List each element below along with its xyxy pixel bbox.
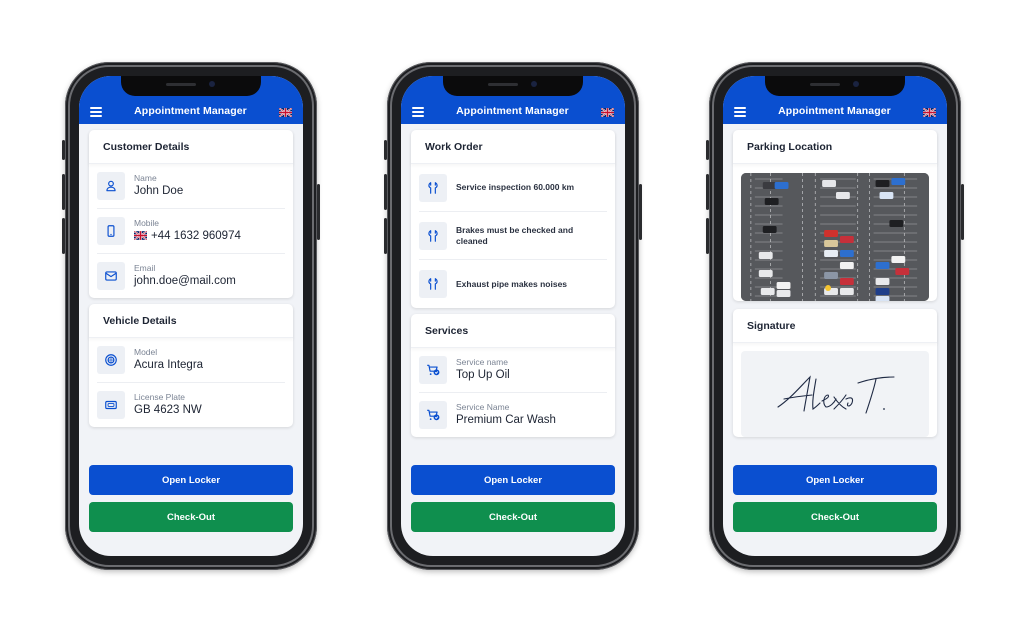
open-locker-button[interactable]: Open Locker <box>733 465 937 495</box>
work-order-text: Service inspection 60.000 km <box>456 182 575 192</box>
field-value: John Doe <box>134 185 184 197</box>
screen: Appointment Manager Work Order Service i… <box>401 76 625 556</box>
card-title: Work Order <box>411 130 615 164</box>
hamburger-menu-icon[interactable] <box>90 107 102 117</box>
field-value: Top Up Oil <box>456 369 510 381</box>
user-icon <box>97 172 125 200</box>
hamburger-menu-icon[interactable] <box>412 107 424 117</box>
vehicle-details-card: Vehicle Details Model Acura Integra Lice… <box>89 304 293 427</box>
list-item: Service Name Premium Car Wash <box>419 393 607 437</box>
uk-flag-icon[interactable] <box>923 108 936 117</box>
phone-frame-customer: Appointment Manager Customer Details Nam… <box>62 62 320 570</box>
signature-pad[interactable] <box>741 351 929 437</box>
signature-card: Signature <box>733 309 937 437</box>
wheel-icon <box>97 346 125 374</box>
card-title: Parking Location <box>733 130 937 164</box>
parking-location-card: Parking Location <box>733 130 937 301</box>
field-label: License Plate <box>134 392 186 402</box>
app-title: Appointment Manager <box>778 105 891 117</box>
hamburger-menu-icon[interactable] <box>734 107 746 117</box>
work-order-text: Brakes must be checked and cleaned <box>456 224 574 246</box>
customer-details-card: Customer Details Name John Doe Mobile +4… <box>89 130 293 298</box>
uk-flag-icon[interactable] <box>279 108 292 117</box>
field-label: Model <box>134 347 158 357</box>
list-item: Service inspection 60.000 km <box>419 164 607 212</box>
card-title: Signature <box>733 309 937 343</box>
list-item: Model Acura Integra <box>97 338 285 383</box>
signature-drawing <box>777 375 895 414</box>
app-title: Appointment Manager <box>456 105 569 117</box>
work-order-card: Work Order Service inspection 60.000 km … <box>411 130 615 308</box>
mail-icon <box>97 262 125 290</box>
license-plate-icon <box>97 391 125 419</box>
app-title: Appointment Manager <box>134 105 247 117</box>
notch <box>765 76 905 96</box>
list-item: Service name Top Up Oil <box>419 348 607 393</box>
wrench-icon <box>419 270 447 298</box>
wrench-icon <box>419 173 447 202</box>
cart-check-icon <box>419 401 447 429</box>
list-item: Exhaust pipe makes noises <box>419 260 607 308</box>
wrench-icon <box>419 221 447 250</box>
field-label: Name <box>134 173 157 183</box>
list-item: Mobile +44 1632 960974 <box>97 209 285 254</box>
work-order-text: Exhaust pipe makes noises <box>456 278 568 289</box>
field-label: Service name <box>456 357 508 367</box>
open-locker-button[interactable]: Open Locker <box>411 465 615 495</box>
phone-frame-work-order: Appointment Manager Work Order Service i… <box>384 62 642 570</box>
field-label: Email <box>134 263 156 273</box>
card-title: Customer Details <box>89 130 293 164</box>
list-item: Name John Doe <box>97 164 285 209</box>
check-out-button[interactable]: Check-Out <box>89 502 293 532</box>
field-value: Acura Integra <box>134 359 204 371</box>
field-value: GB 4623 NW <box>134 404 202 416</box>
uk-flag-icon[interactable] <box>601 108 614 117</box>
phone-icon <box>97 217 125 245</box>
field-label: Mobile <box>134 218 160 228</box>
check-out-button[interactable]: Check-Out <box>411 502 615 532</box>
field-value: john.doe@mail.com <box>134 275 236 287</box>
screen: Appointment Manager Customer Details Nam… <box>79 76 303 556</box>
uk-flag-icon <box>134 231 147 240</box>
check-out-button[interactable]: Check-Out <box>733 502 937 532</box>
list-item: Email john.doe@mail.com <box>97 254 285 298</box>
field-label: Service Name <box>456 402 510 412</box>
card-title: Vehicle Details <box>89 304 293 338</box>
phone-frame-parking: Appointment Manager Parking Location Sig… <box>706 62 964 570</box>
list-item: License Plate GB 4623 NW <box>97 383 285 427</box>
card-title: Services <box>411 314 615 348</box>
notch <box>443 76 583 96</box>
field-value: +44 1632 960974 <box>151 230 241 242</box>
screen: Appointment Manager Parking Location Sig… <box>723 76 947 556</box>
parking-lot-image[interactable] <box>741 173 929 301</box>
open-locker-button[interactable]: Open Locker <box>89 465 293 495</box>
cart-check-icon <box>419 356 447 384</box>
services-card: Services Service name Top Up Oil Service… <box>411 314 615 437</box>
field-value: Premium Car Wash <box>456 414 556 426</box>
list-item: Brakes must be checked and cleaned <box>419 212 607 260</box>
notch <box>121 76 261 96</box>
